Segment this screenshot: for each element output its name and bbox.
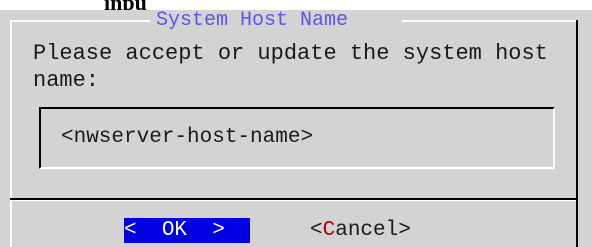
button-separator-highlight <box>10 200 576 201</box>
cancel-button[interactable]: <Cancel> <box>310 218 411 243</box>
cancel-left-bracket: < <box>310 219 323 242</box>
cancel-hotkey: C <box>322 219 336 242</box>
frame-line <box>10 20 12 198</box>
ok-left-bracket: < <box>124 219 137 242</box>
frame-line <box>576 20 578 247</box>
ok-label: OK <box>161 219 188 242</box>
dialog-title: System Host Name <box>156 9 349 32</box>
ok-button[interactable]: < OK > <box>124 218 250 243</box>
cancel-label: ancel <box>335 219 399 242</box>
button-row: < OK > <Cancel> <box>0 217 592 245</box>
ok-right-bracket: > <box>212 219 225 242</box>
frame-line <box>402 20 578 22</box>
host-name-dialog: System Host Name Please accept or update… <box>0 10 592 247</box>
frame-line <box>10 20 150 22</box>
host-name-input-frame: <nwserver-host-name> <box>39 107 555 169</box>
cancel-right-bracket: > <box>398 219 411 242</box>
dialog-message: Please accept or update the system host … <box>33 41 548 93</box>
host-name-input[interactable]: <nwserver-host-name> <box>55 121 513 155</box>
